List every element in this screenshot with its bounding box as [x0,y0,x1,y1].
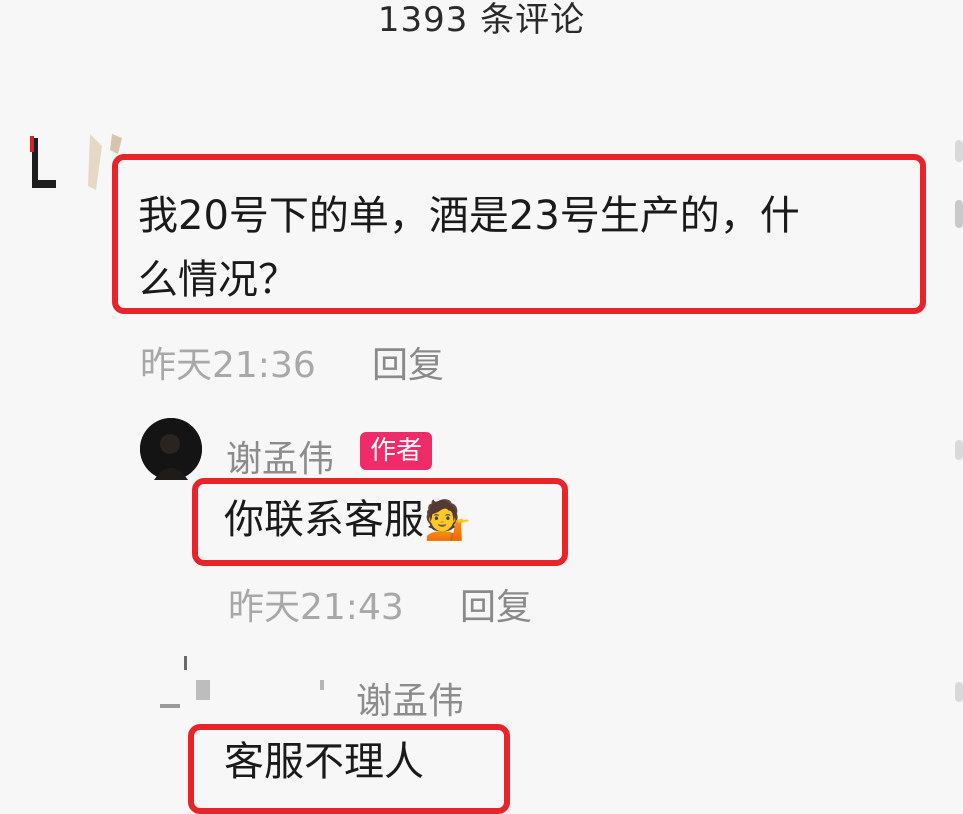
reply-text-content: 你联系客服 [224,497,424,543]
right-edge-mark [955,200,963,228]
person-tipping-hand-emoji: 💁 [424,498,472,542]
reply-username[interactable]: 谢孟伟 [226,430,334,482]
right-edge-mark [955,682,963,702]
reply-button[interactable]: 回复 [460,578,532,630]
comment-text-line2: 么情况？ [138,257,298,303]
reply-text: 你联系客服💁 [224,492,471,548]
avatar-image [140,418,202,480]
avatar-image [160,650,340,726]
author-avatar[interactable] [140,418,202,480]
reply-timestamp: 昨天21:43 [228,587,404,628]
right-edge-mark [955,140,963,162]
reply-username[interactable]: 谢孟伟 [356,672,464,724]
author-badge: 作者 [360,432,433,470]
reply-text: 客服不理人 [224,739,424,785]
comment-text-line1: 我20号下的单，酒是23号生产的，什 [138,193,800,239]
comment-count-title: 1393 条评论 [377,0,586,40]
comment-timestamp: 昨天21:36 [140,345,316,386]
reply-avatar[interactable] [160,650,340,726]
reply-button[interactable]: 回复 [372,336,444,388]
right-edge-mark [955,440,963,460]
